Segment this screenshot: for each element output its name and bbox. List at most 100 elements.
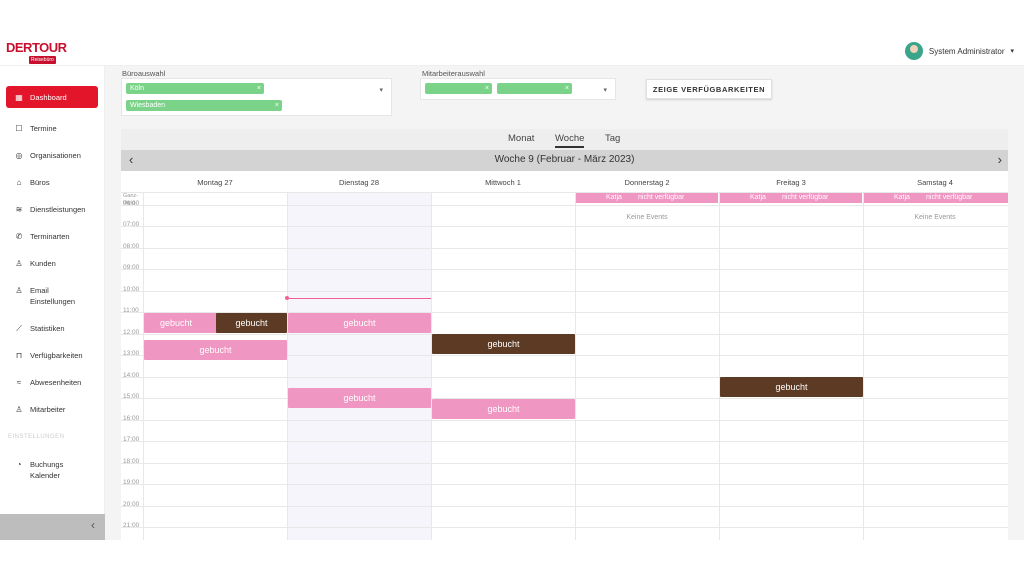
day-header[interactable]: Donnerstag 2 bbox=[575, 178, 719, 187]
time-label: 21:00 bbox=[123, 522, 140, 529]
booking-event[interactable]: gebucht bbox=[432, 334, 575, 354]
booking-event[interactable]: gebucht bbox=[216, 313, 287, 333]
time-grid[interactable]: Ganz-tägig 06:00 07:00 08:00 09:00 10:00… bbox=[121, 192, 1008, 540]
current-time-line bbox=[287, 298, 431, 299]
remove-icon[interactable]: × bbox=[565, 84, 569, 93]
sidebar-section-label: EINSTELLUNGEN bbox=[8, 434, 65, 440]
remove-icon[interactable]: × bbox=[485, 84, 489, 93]
sidebar-item-verfuegbarkeiten[interactable]: ⊓ Verfügbarkeiten bbox=[6, 346, 98, 365]
sidebar-item-kunden[interactable]: ♙ Kunden bbox=[6, 254, 98, 273]
allday-event-status: nicht verfügbar bbox=[638, 194, 685, 201]
day-header[interactable]: Samstag 4 bbox=[863, 178, 1007, 187]
tab-monat[interactable]: Monat bbox=[508, 133, 534, 144]
booking-event[interactable]: gebucht bbox=[144, 340, 287, 360]
sidebar-item-label: Terminarten bbox=[30, 232, 70, 241]
no-events-text: Keine Events bbox=[626, 214, 668, 221]
logo-sub: Reisebüro bbox=[29, 56, 56, 64]
employee-select[interactable]: × × ▾ bbox=[420, 78, 616, 100]
sidebar-item-termine[interactable]: ☐ Termine bbox=[6, 119, 98, 138]
grid-line bbox=[431, 192, 432, 540]
office-chip-koeln: Köln × bbox=[126, 83, 264, 94]
allday-event-name: Katja bbox=[894, 194, 910, 201]
chevron-down-icon[interactable]: ▾ bbox=[603, 86, 607, 94]
sidebar-item-label: Dienstleistungen bbox=[30, 205, 86, 214]
sidebar-item-statistiken[interactable]: ⟋ Statistiken bbox=[6, 319, 98, 338]
sidebar-item-buchungs-kalender[interactable]: ◔ Buchungs Kalender bbox=[6, 455, 86, 485]
sidebar-item-organisationen[interactable]: ◎ Organisationen bbox=[6, 146, 98, 165]
allday-event[interactable]: Katja nicht verfügbar bbox=[576, 193, 718, 203]
sidebar-item-label: Mitarbeiter bbox=[30, 405, 66, 414]
remove-icon[interactable]: × bbox=[257, 84, 261, 93]
sidebar-item-label: Dashboard bbox=[30, 92, 67, 102]
sidebar-item-dashboard[interactable]: ▦ Dashboard bbox=[6, 86, 98, 108]
grid-line bbox=[719, 192, 720, 540]
sidebar-item-dienstleistungen[interactable]: ≋ Dienstleistungen bbox=[6, 200, 98, 219]
time-label: 09:00 bbox=[123, 264, 140, 271]
office-chip-wiesbaden: Wiesbaden × bbox=[126, 100, 282, 111]
grid-line bbox=[121, 377, 1008, 378]
time-label: 07:00 bbox=[123, 221, 140, 228]
grid-line bbox=[121, 248, 1008, 249]
chevron-down-icon[interactable]: ▾ bbox=[379, 86, 383, 94]
allday-event-name: Katja bbox=[750, 194, 766, 201]
sidebar-item-email-einstellungen[interactable]: ♙ Email Einstellungen bbox=[6, 281, 101, 311]
sidebar-item-label: Termine bbox=[30, 124, 57, 133]
globe-icon: ◎ bbox=[15, 151, 23, 160]
booking-event[interactable]: gebucht bbox=[288, 313, 431, 333]
top-bar: DERTOUR Reisebüro System Administrator ▾ bbox=[0, 36, 1024, 66]
phone-icon: ✆ bbox=[15, 232, 23, 241]
time-label: 19:00 bbox=[123, 479, 140, 486]
user-icon: ♙ bbox=[15, 286, 23, 295]
calendar-icon: ☐ bbox=[15, 124, 23, 133]
time-label: 20:00 bbox=[123, 501, 140, 508]
show-availability-button[interactable]: ZEIGE VERFÜGBARKEITEN bbox=[646, 79, 772, 99]
current-time-dot bbox=[285, 296, 289, 300]
employee-filter-label: Mitarbeiterauswahl bbox=[422, 69, 485, 78]
office-filter-label: Büroauswahl bbox=[122, 69, 166, 78]
sidebar-item-abwesenheiten[interactable]: ≈ Abwesenheiten bbox=[6, 373, 98, 392]
time-label: 18:00 bbox=[123, 458, 140, 465]
week-navigation: ‹ Woche 9 (Februar - März 2023) › bbox=[121, 150, 1008, 171]
allday-event[interactable]: Katja nicht verfügbar bbox=[864, 193, 1008, 203]
grid-line bbox=[575, 192, 576, 540]
employee-chip: × bbox=[425, 83, 492, 94]
sidebar-item-bueros[interactable]: ⌂ Büros bbox=[6, 173, 98, 192]
day-header[interactable]: Mittwoch 1 bbox=[431, 178, 575, 187]
grid-line bbox=[121, 226, 1008, 227]
avatar[interactable] bbox=[904, 42, 923, 60]
booking-event[interactable]: gebucht bbox=[432, 399, 575, 419]
chevron-right-icon[interactable]: › bbox=[998, 152, 1002, 167]
sidebar-collapse-button[interactable]: ‹ bbox=[0, 514, 105, 540]
week-title: Woche 9 (Februar - März 2023) bbox=[494, 154, 635, 165]
time-label: 13:00 bbox=[123, 350, 140, 357]
chevron-left-icon: ‹ bbox=[91, 518, 95, 532]
day-header[interactable]: Freitag 3 bbox=[719, 178, 863, 187]
tab-tag[interactable]: Tag bbox=[605, 133, 620, 144]
layers-icon: ≋ bbox=[15, 205, 23, 214]
calendar: Monat Woche Tag ‹ Woche 9 (Februar - Mär… bbox=[121, 129, 1008, 540]
bag-icon: ⊓ bbox=[15, 351, 23, 360]
allday-event[interactable]: Katja nicht verfügbar bbox=[720, 193, 862, 203]
booking-event[interactable]: gebucht bbox=[288, 388, 431, 408]
today-column bbox=[287, 192, 431, 540]
grid-line bbox=[121, 463, 1008, 464]
booking-event[interactable]: gebucht bbox=[720, 377, 863, 397]
user-menu[interactable]: System Administrator ▾ bbox=[904, 42, 1014, 60]
sidebar-item-label: Email Einstellungen bbox=[30, 286, 76, 306]
grid-line bbox=[121, 527, 1008, 528]
time-label: 12:00 bbox=[123, 329, 140, 336]
chevron-down-icon[interactable]: ▾ bbox=[1010, 47, 1014, 55]
app-window: DERTOUR Reisebüro System Administrator ▾… bbox=[0, 36, 1024, 540]
compass-icon: ◔ bbox=[16, 460, 22, 469]
logo[interactable]: DERTOUR Reisebüro bbox=[6, 40, 67, 64]
sidebar-item-mitarbeiter[interactable]: ♙ Mitarbeiter bbox=[6, 400, 98, 419]
sidebar-item-terminarten[interactable]: ✆ Terminarten bbox=[6, 227, 98, 246]
remove-icon[interactable]: × bbox=[275, 101, 279, 110]
day-header[interactable]: Dienstag 28 bbox=[287, 178, 431, 187]
grid-line bbox=[121, 441, 1008, 442]
home-icon: ⌂ bbox=[16, 178, 22, 187]
tab-woche[interactable]: Woche bbox=[555, 133, 585, 148]
users-icon: ♙ bbox=[15, 259, 23, 268]
day-header[interactable]: Montag 27 bbox=[143, 178, 287, 187]
office-select[interactable]: Köln × Wiesbaden × ▾ bbox=[121, 78, 392, 116]
